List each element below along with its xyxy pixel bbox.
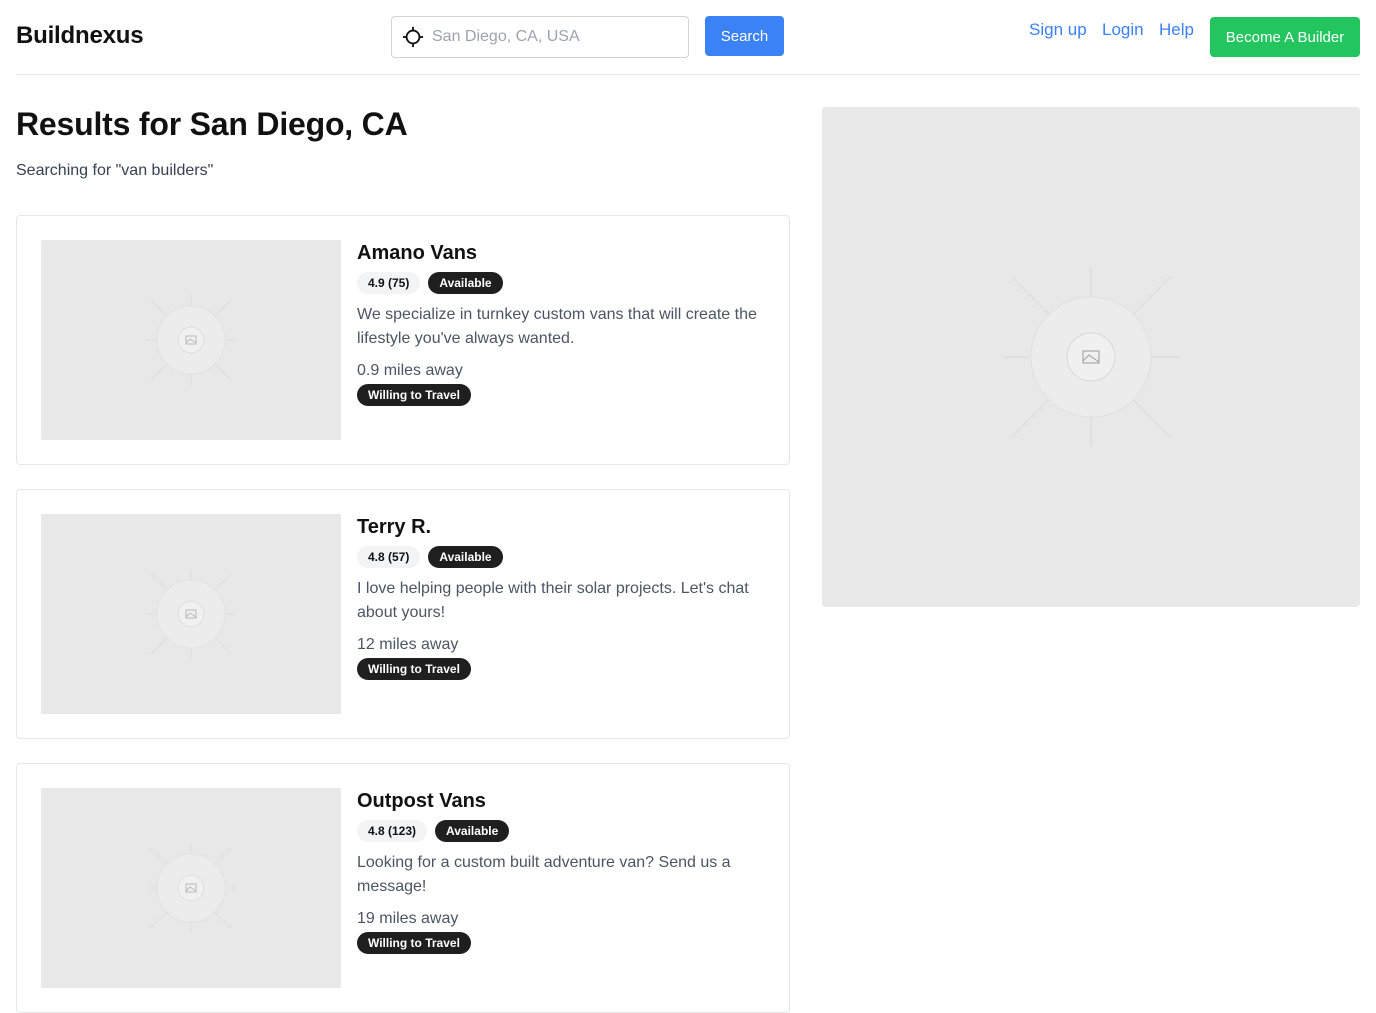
- builder-distance: 19 miles away: [357, 910, 459, 927]
- builder-image-placeholder: [41, 240, 341, 440]
- nav-login-link[interactable]: Login: [1102, 20, 1144, 40]
- rating-badge: 4.8 (123): [357, 820, 428, 842]
- nav-signup-link[interactable]: Sign up: [1029, 20, 1087, 40]
- image-placeholder-icon: [41, 788, 341, 988]
- builder-distance: 0.9 miles away: [357, 362, 463, 379]
- builder-name[interactable]: Amano Vans: [357, 242, 767, 268]
- availability-badge: Available: [435, 820, 510, 842]
- image-placeholder-icon: [822, 107, 1360, 607]
- travel-badge: Willing to Travel: [357, 384, 471, 406]
- builder-name[interactable]: Outpost Vans: [357, 790, 767, 816]
- image-placeholder-icon: [41, 240, 341, 440]
- builder-card[interactable]: Outpost Vans 4.8 (123) Available Looking…: [16, 763, 790, 1013]
- builder-card[interactable]: Amano Vans 4.9 (75) Available We special…: [16, 215, 790, 465]
- builder-description: I love helping people with their solar p…: [357, 580, 749, 621]
- become-builder-button[interactable]: Become A Builder: [1210, 17, 1360, 57]
- builder-info: Amano Vans 4.9 (75) Available We special…: [357, 242, 767, 406]
- rating-badge: 4.9 (75): [357, 272, 421, 294]
- availability-badge: Available: [428, 272, 503, 294]
- travel-badge: Willing to Travel: [357, 658, 471, 680]
- builder-badges: 4.8 (123) Available: [357, 820, 767, 842]
- crosshair-location-icon: [402, 26, 424, 48]
- builder-badges: 4.9 (75) Available: [357, 272, 767, 294]
- builder-info: Outpost Vans 4.8 (123) Available Looking…: [357, 790, 767, 954]
- image-placeholder-icon: [41, 514, 341, 714]
- brand-logo[interactable]: Buildnexus: [16, 22, 144, 50]
- builder-description: Looking for a custom built adventure van…: [357, 854, 731, 895]
- location-search-field[interactable]: [391, 16, 689, 58]
- availability-badge: Available: [428, 546, 503, 568]
- builder-badges: 4.8 (57) Available: [357, 546, 767, 568]
- travel-badge: Willing to Travel: [357, 932, 471, 954]
- builder-info: Terry R. 4.8 (57) Available I love helpi…: [357, 516, 767, 680]
- top-navbar: Buildnexus Search Sign up Login Help Bec…: [16, 0, 1360, 75]
- search-button[interactable]: Search: [705, 16, 784, 56]
- map-placeholder[interactable]: [822, 107, 1360, 607]
- builder-card[interactable]: Terry R. 4.8 (57) Available I love helpi…: [16, 489, 790, 739]
- results-title: Results for San Diego, CA: [16, 106, 408, 142]
- builder-image-placeholder: [41, 788, 341, 988]
- builder-description: We specialize in turnkey custom vans tha…: [357, 306, 757, 347]
- builder-image-placeholder: [41, 514, 341, 714]
- search-query-subtitle: Searching for "van builders": [16, 162, 214, 179]
- location-search-input[interactable]: [432, 17, 682, 57]
- rating-badge: 4.8 (57): [357, 546, 421, 568]
- nav-help-link[interactable]: Help: [1159, 20, 1194, 40]
- builder-name[interactable]: Terry R.: [357, 516, 767, 542]
- builder-distance: 12 miles away: [357, 636, 459, 653]
